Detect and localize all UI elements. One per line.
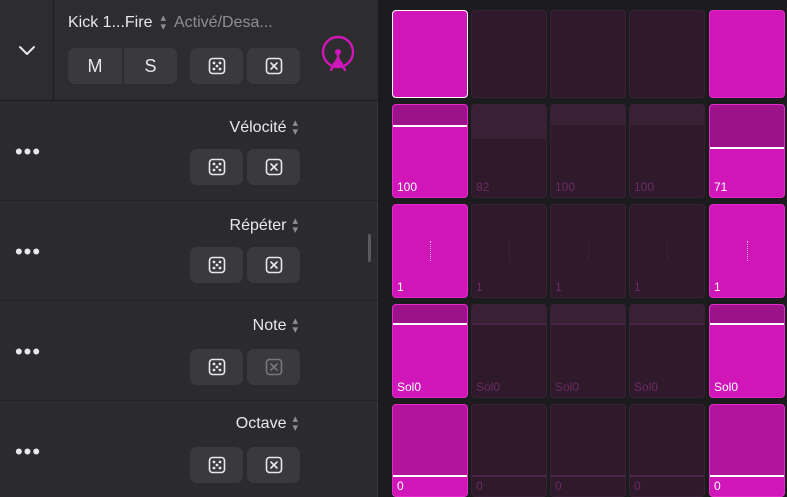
note-value: Sol0	[714, 380, 739, 394]
note-cell[interactable]: Sol0	[550, 304, 626, 398]
row-velocity: ••• Vélocité	[0, 101, 378, 201]
octave-cell[interactable]: 0	[471, 404, 547, 497]
clear-x-icon	[265, 158, 282, 176]
note-value: Sol0	[555, 380, 580, 394]
row-repeat: ••• Répéter	[0, 201, 378, 301]
row-note: ••• Note	[0, 301, 378, 401]
octave-value: 0	[555, 479, 562, 493]
octave-value: 0	[476, 479, 483, 493]
track-inspector: Kick 1...Fire Activé/Desa... M S ••• Vél…	[0, 0, 378, 497]
solo-button[interactable]: S	[124, 48, 177, 84]
row-label-text: Répéter	[229, 217, 287, 234]
note-cell[interactable]: Sol0	[629, 304, 705, 398]
randomize-button[interactable]	[190, 247, 243, 283]
row-label-text: Vélocité	[229, 119, 287, 136]
repeat-cell[interactable]: 1	[471, 204, 547, 298]
dice-icon	[208, 358, 225, 376]
row-label[interactable]: Vélocité	[230, 119, 298, 137]
octave-cell[interactable]: 0	[550, 404, 626, 497]
chevron-updown-icon	[292, 317, 298, 335]
dice-icon	[208, 158, 225, 176]
repeat-cell[interactable]: 1	[629, 204, 705, 298]
drum-machine-icon	[321, 35, 355, 72]
octave-value: 0	[634, 479, 641, 493]
octave-cell[interactable]: 0	[392, 404, 468, 497]
randomize-button[interactable]	[190, 349, 243, 385]
velocity-value: 100	[634, 180, 655, 194]
more-options-button[interactable]: •••	[8, 437, 48, 467]
track-mode[interactable]: Activé/Desa...	[174, 14, 273, 32]
velocity-cell[interactable]: 82	[471, 104, 547, 198]
chevron-updown-icon	[292, 217, 298, 235]
more-options-button[interactable]: •••	[8, 337, 48, 367]
track-name[interactable]: Kick 1...Fire	[68, 14, 152, 32]
velocity-cell[interactable]: 100	[629, 104, 705, 198]
row-label-text: Note	[252, 317, 287, 334]
velocity-value: 100	[397, 180, 418, 194]
randomize-button[interactable]	[190, 149, 243, 185]
repeat-value: 1	[634, 280, 641, 294]
note-value: Sol0	[634, 380, 659, 394]
repeat-value: 1	[476, 280, 483, 294]
note-value: Sol0	[397, 380, 422, 394]
octave-value: 0	[397, 479, 404, 493]
mute-button[interactable]: M	[68, 48, 122, 84]
octave-value: 0	[714, 479, 721, 493]
octave-cell[interactable]: 0	[629, 404, 705, 497]
repeat-cell[interactable]: 1	[550, 204, 626, 298]
clear-button[interactable]	[247, 447, 300, 483]
repeat-cell[interactable]: 1	[392, 204, 468, 298]
track-name-chevron-icon[interactable]	[160, 14, 166, 32]
step-cell[interactable]	[550, 10, 626, 98]
row-octave: ••• Octave	[0, 401, 378, 497]
velocity-cell[interactable]: 71	[709, 104, 785, 198]
row-label-text: Octave	[235, 415, 287, 432]
track-header: Kick 1...Fire Activé/Desa... M S	[0, 0, 378, 101]
chevron-updown-icon	[292, 415, 298, 433]
more-options-button[interactable]: •••	[8, 137, 48, 167]
velocity-cell[interactable]: 100	[550, 104, 626, 198]
more-options-button[interactable]: •••	[8, 237, 48, 267]
clear-button[interactable]	[247, 149, 300, 185]
clear-button[interactable]	[247, 247, 300, 283]
step-cell[interactable]	[629, 10, 705, 98]
collapse-button[interactable]	[0, 0, 54, 101]
dice-icon	[208, 256, 225, 274]
step-cell[interactable]	[471, 10, 547, 98]
track-title-row: Kick 1...Fire Activé/Desa...	[68, 14, 273, 32]
velocity-cell[interactable]: 100	[392, 104, 468, 198]
clear-x-icon	[265, 456, 282, 474]
dice-icon	[208, 57, 225, 75]
velocity-value: 100	[555, 180, 576, 194]
row-label[interactable]: Octave	[236, 415, 298, 433]
note-cell[interactable]: Sol0	[471, 304, 547, 398]
note-cell[interactable]: Sol0	[392, 304, 468, 398]
clear-button	[247, 349, 300, 385]
step-cell[interactable]	[709, 10, 785, 98]
velocity-value: 82	[476, 180, 490, 194]
repeat-value: 1	[397, 280, 404, 294]
scrollbar-handle[interactable]	[368, 234, 371, 262]
step-cell[interactable]	[392, 10, 468, 98]
dice-icon	[208, 456, 225, 474]
clear-x-icon	[265, 256, 282, 274]
chevron-down-icon	[18, 45, 35, 55]
row-label[interactable]: Répéter	[230, 217, 298, 235]
note-cell[interactable]: Sol0	[709, 304, 785, 398]
row-label[interactable]: Note	[253, 317, 298, 335]
step-grid: 100 82 100 100 71 1 1 1 1 1 Sol0 Sol0 So…	[390, 8, 787, 497]
clear-x-icon	[265, 358, 282, 376]
octave-cell[interactable]: 0	[709, 404, 785, 497]
repeat-cell[interactable]: 1	[709, 204, 785, 298]
velocity-value: 71	[714, 180, 728, 194]
randomize-button[interactable]	[190, 48, 243, 84]
repeat-value: 1	[714, 280, 721, 294]
clear-x-icon	[265, 57, 282, 75]
repeat-value: 1	[555, 280, 562, 294]
clear-button[interactable]	[247, 48, 300, 84]
note-value: Sol0	[476, 380, 501, 394]
chevron-updown-icon	[292, 119, 298, 137]
randomize-button[interactable]	[190, 447, 243, 483]
